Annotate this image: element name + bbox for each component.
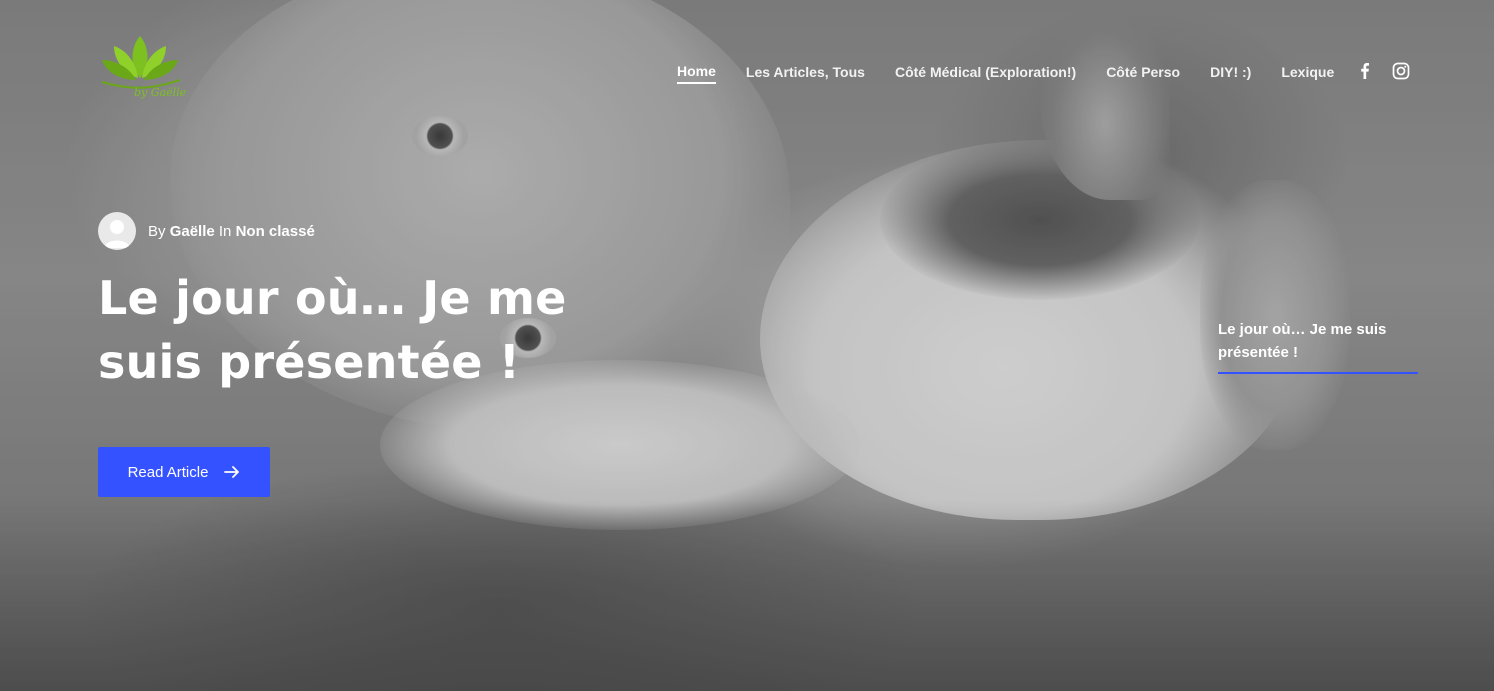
site-logo[interactable]: by Gaëlle [100, 30, 200, 102]
background-photo-pillow [0, 500, 1494, 691]
instagram-icon[interactable] [1392, 62, 1410, 80]
nav-item-articles[interactable]: Les Articles, Tous [746, 64, 865, 83]
post-title[interactable]: Le jour où… Je me suis présentée ! [98, 266, 658, 394]
slider-progress-bar [1218, 372, 1418, 374]
read-article-button[interactable]: Read Article [98, 447, 270, 497]
author-avatar[interactable] [98, 212, 136, 250]
in-label: In [218, 222, 232, 240]
user-icon [104, 220, 130, 248]
slider-indicator[interactable]: Le jour où… Je me suis présentée ! [1218, 318, 1418, 374]
post-meta: By Gaëlle In Non classé [98, 212, 315, 250]
background-photo-eye [412, 116, 468, 156]
nav-item-lexique[interactable]: Lexique [1281, 64, 1334, 83]
facebook-icon[interactable] [1356, 62, 1374, 80]
nav-item-cote-medical[interactable]: Côté Médical (Exploration!) [895, 64, 1076, 83]
svg-text:by Gaëlle: by Gaëlle [134, 86, 187, 99]
nav-item-home[interactable]: Home [677, 63, 716, 84]
social-links [1356, 62, 1410, 80]
lotus-logo-icon: by Gaëlle [101, 36, 187, 99]
nav-item-cote-perso[interactable]: Côté Perso [1106, 64, 1180, 83]
nav-item-diy[interactable]: DIY! :) [1210, 64, 1251, 83]
by-label: By [148, 222, 166, 240]
hero-section: by Gaëlle Home Les Articles, Tous Côté M… [0, 0, 1494, 691]
category-link[interactable]: Non classé [236, 223, 315, 240]
background-photo-cat-markings [880, 140, 1200, 300]
arrow-right-icon [224, 466, 240, 478]
author-link[interactable]: Gaëlle [170, 223, 215, 240]
background-photo-cat-ear [1040, 10, 1170, 200]
post-meta-text: By Gaëlle In Non classé [148, 223, 315, 240]
slider-indicator-title: Le jour où… Je me suis présentée ! [1218, 321, 1387, 361]
background-photo-hand [1200, 180, 1350, 450]
read-article-label: Read Article [127, 463, 209, 481]
main-nav: Home Les Articles, Tous Côté Médical (Ex… [677, 63, 1334, 84]
